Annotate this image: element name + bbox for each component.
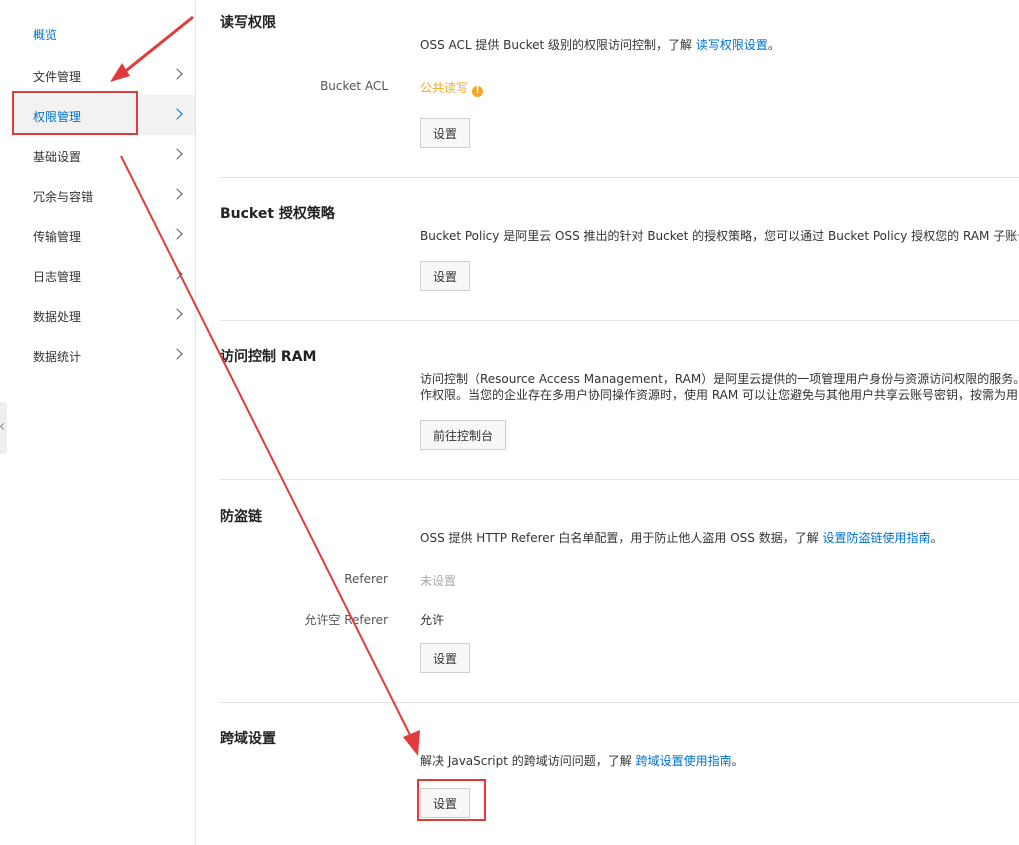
- sidebar-collapse-handle[interactable]: [0, 402, 7, 454]
- cors-settings-button[interactable]: 设置: [420, 788, 471, 818]
- acl-description: OSS ACL 提供 Bucket 级别的权限访问控制，了解 读写权限设置。: [420, 37, 780, 53]
- cors-help-link[interactable]: 跨域设置使用指南: [636, 754, 732, 768]
- sidebar-item-overview[interactable]: 概览: [12, 13, 195, 53]
- ram-description-line1: 访问控制（Resource Access Management，RAM）是阿里云…: [420, 372, 1019, 386]
- chevron-right-icon: [171, 268, 183, 280]
- acl-description-suffix: 。: [767, 38, 780, 52]
- bucket-policy-description: Bucket Policy 是阿里云 OSS 推出的针对 Bucket 的授权策…: [420, 229, 1019, 243]
- sidebar-item-label: 文件管理: [33, 70, 82, 84]
- bucket-policy-settings-button[interactable]: 设置: [420, 261, 471, 291]
- referer-value: 未设置: [420, 574, 457, 588]
- allow-empty-referer-label: 允许空 Referer: [304, 613, 388, 627]
- section-divider: [220, 702, 1019, 703]
- sidebar-item-label: 基础设置: [33, 150, 82, 164]
- cors-description-suffix: 。: [731, 754, 744, 768]
- ram-description-line2: 作权限。当您的企业存在多用户协同操作资源时，使用 RAM 可以让您避免与其他用户…: [420, 388, 1019, 402]
- cors-description: 解决 JavaScript 的跨域访问问题，了解 跨域设置使用指南。: [420, 753, 744, 769]
- referer-description-suffix: 。: [930, 531, 943, 545]
- sidebar-item-basic-settings[interactable]: 基础设置: [12, 135, 195, 175]
- section-title-ram: 访问控制 RAM: [220, 349, 317, 365]
- chevron-right-icon: [171, 68, 183, 80]
- bucket-acl-value-text: 公共读写: [420, 81, 469, 95]
- section-divider: [220, 479, 1019, 480]
- sidebar-item-data-processing[interactable]: 数据处理: [12, 295, 195, 335]
- bucket-acl-value: 公共读写!: [420, 79, 484, 97]
- acl-help-link[interactable]: 读写权限设置: [696, 38, 768, 52]
- sidebar-item-data-statistics[interactable]: 数据统计: [12, 335, 195, 375]
- section-title-cors: 跨域设置: [220, 731, 276, 747]
- section-title-acl: 读写权限: [220, 15, 276, 31]
- referer-settings-button[interactable]: 设置: [420, 643, 471, 673]
- acl-description-text: OSS ACL 提供 Bucket 级别的权限访问控制，了解: [420, 38, 696, 52]
- sidebar-item-label: 数据处理: [33, 310, 82, 324]
- referer-help-link[interactable]: 设置防盗链使用指南: [823, 531, 931, 545]
- sidebar-item-label: 数据统计: [33, 350, 82, 364]
- allow-empty-referer-value: 允许: [420, 613, 445, 627]
- sidebar-item-label: 权限管理: [33, 110, 82, 124]
- sidebar-item-permission-management[interactable]: 权限管理: [12, 95, 195, 135]
- sidebar-item-label: 概览: [33, 28, 58, 42]
- cors-description-text: 解决 JavaScript 的跨域访问问题，了解: [420, 754, 636, 768]
- chevron-right-icon: [171, 188, 183, 200]
- bucket-acl-label: Bucket ACL: [320, 79, 388, 93]
- sidebar-item-label: 日志管理: [33, 270, 82, 284]
- ram-console-button[interactable]: 前往控制台: [420, 420, 507, 450]
- annotation-arrowhead: [403, 730, 420, 756]
- referer-description: OSS 提供 HTTP Referer 白名单配置，用于防止他人盗用 OSS 数…: [420, 530, 943, 546]
- sidebar-item-label: 传输管理: [33, 230, 82, 244]
- sidebar-item-transfer-management[interactable]: 传输管理: [12, 215, 195, 255]
- chevron-right-icon: [171, 348, 183, 360]
- section-title-bucket-policy: Bucket 授权策略: [220, 206, 335, 222]
- sidebar-item-log-management[interactable]: 日志管理: [12, 255, 195, 295]
- sidebar-item-label: 冗余与容错: [33, 190, 94, 204]
- chevron-right-icon: [171, 308, 183, 320]
- sidebar-item-file-management[interactable]: 文件管理: [12, 55, 195, 95]
- sidebar-item-redundancy[interactable]: 冗余与容错: [12, 175, 195, 215]
- acl-settings-button[interactable]: 设置: [420, 118, 471, 148]
- section-divider: [220, 177, 1019, 178]
- chevron-right-icon: [171, 228, 183, 240]
- section-divider: [220, 320, 1019, 321]
- warning-icon: !: [472, 86, 484, 97]
- chevron-right-icon: [171, 148, 183, 160]
- sidebar: 概览 文件管理 权限管理 基础设置 冗余与容错 传输管理 日志管理 数据处理 数…: [0, 0, 196, 845]
- referer-description-text: OSS 提供 HTTP Referer 白名单配置，用于防止他人盗用 OSS 数…: [420, 531, 823, 545]
- chevron-right-icon: [171, 108, 183, 120]
- section-title-referer: 防盗链: [220, 509, 262, 525]
- referer-label: Referer: [344, 572, 388, 586]
